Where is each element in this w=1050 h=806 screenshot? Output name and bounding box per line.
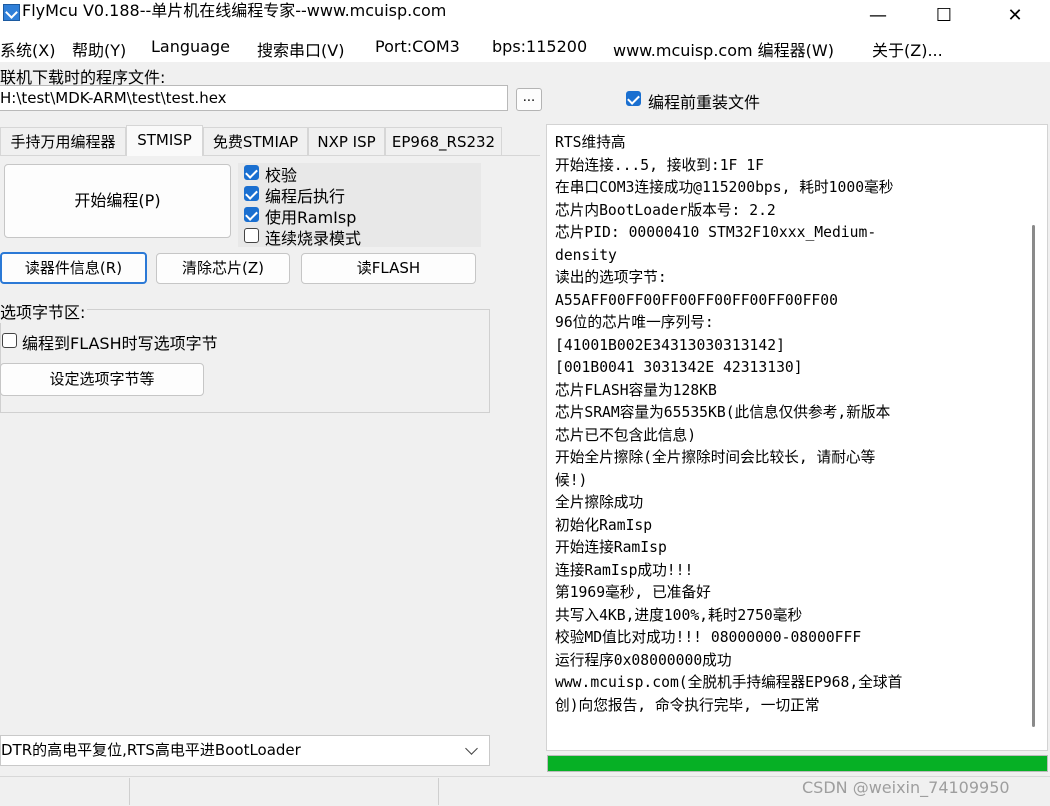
file-path-input[interactable]: H:\test\MDK-ARM\test\test.hex — [0, 85, 508, 111]
log-line: RTS维持高 — [555, 134, 626, 151]
log-line: 芯片SRAM容量为65535KB(此信息仅供参考,新版本 — [555, 404, 891, 421]
window-title: FlyMcu V0.188--单片机在线编程专家--www.mcuisp.com — [22, 1, 447, 20]
log-line: 共写入4KB,进度100%,耗时2750毫秒 — [555, 606, 803, 624]
progress-bar — [547, 755, 1048, 772]
log-line: 创)向您报告, 命令执行完毕, 一切正常 — [555, 696, 820, 714]
log-line: 连接RamIsp成功!!! — [555, 561, 694, 579]
tab-stmiap[interactable]: 免费STMIAP — [203, 127, 308, 156]
clear-chip-button[interactable]: 清除芯片(Z) — [156, 253, 290, 284]
log-line: 第1969毫秒, 已准备好 — [555, 584, 711, 601]
reload-file-label: 编程前重装文件 — [648, 93, 761, 112]
progress-fill — [548, 756, 1047, 771]
start-program-button[interactable]: 开始编程(P) — [4, 164, 231, 238]
run-after-program-checkbox[interactable] — [244, 186, 259, 201]
log-line: 开始连接...5, 接收到:1F 1F — [555, 156, 764, 174]
use-ramisp-checkbox[interactable] — [244, 207, 259, 222]
maximize-button[interactable]: ☐ — [921, 0, 967, 30]
browse-button[interactable]: ... — [516, 88, 542, 111]
menu-system[interactable]: 系统(X) — [0, 37, 55, 61]
close-button[interactable]: ✕ — [992, 0, 1038, 30]
option-bytes-title: 选项字节区: — [0, 299, 88, 323]
log-line: 开始全片擦除(全片擦除时间会比较长, 请耐心等 — [555, 449, 876, 466]
log-line: 在串口COM3连接成功@115200bps, 耗时1000毫秒 — [555, 179, 894, 196]
boot-mode-select[interactable]: DTR的高电平复位,RTS高电平进BootLoader — [0, 735, 490, 766]
log-line: [41001B002E34313030313142] — [555, 336, 785, 354]
log-line: density — [555, 246, 617, 264]
menu-programmer[interactable]: www.mcuisp.com 编程器(W) — [613, 37, 834, 61]
tab-stmisp[interactable]: STMISP — [126, 125, 203, 156]
tab-handheld[interactable]: 手持万用编程器 — [0, 127, 126, 156]
log-scrollbar[interactable] — [1032, 225, 1035, 727]
log-line: 运行程序0x08000000成功 — [555, 651, 732, 669]
log-line: A55AFF00FF00FF00FF00FF00FF00FF00 — [555, 291, 838, 309]
status-separator — [438, 778, 439, 805]
tab-nxp-isp[interactable]: NXP ISP — [308, 127, 385, 156]
menu-language[interactable]: Language — [151, 37, 230, 56]
read-flash-button[interactable]: 读FLASH — [301, 253, 476, 284]
log-line: 芯片已不包含此信息) — [555, 426, 697, 444]
menu-bps[interactable]: bps:115200 — [492, 37, 587, 56]
set-option-bytes-button[interactable]: 设定选项字节等 — [0, 363, 204, 396]
minimize-button[interactable]: — — [855, 0, 901, 30]
log-line: 开始连接RamIsp — [555, 539, 667, 556]
log-line: 校验MD值比对成功!!! 08000000-08000FFF — [555, 629, 862, 646]
watermark: CSDN @weixin_74109950 — [802, 778, 1010, 797]
menu-search-port[interactable]: 搜索串口(V) — [257, 37, 344, 61]
log-line: 芯片内BootLoader版本号: 2.2 — [555, 201, 776, 219]
verify-checkbox[interactable] — [244, 165, 259, 180]
log-line: 读出的选项字节: — [555, 269, 667, 286]
log-line: 芯片FLASH容量为128KB — [555, 381, 717, 399]
log-line: www.mcuisp.com(全脱机手持编程器EP968,全球首 — [555, 674, 903, 691]
log-line: [001B0041 3031342E 42313130] — [555, 359, 803, 376]
log-line: 初始化RamIsp — [555, 516, 653, 534]
menu-port[interactable]: Port:COM3 — [375, 37, 460, 56]
write-option-bytes-label: 编程到FLASH时写选项字节 — [22, 334, 218, 353]
menu-about[interactable]: 关于(Z)... — [872, 37, 943, 61]
tab-ep968[interactable]: EP968_RS232 — [385, 127, 502, 156]
option-bytes-group — [0, 309, 490, 413]
log-line: 96位的芯片唯一序列号: — [555, 314, 714, 331]
log-output[interactable]: RTS维持高开始连接...5, 接收到:1F 1F 在串口COM3连接成功@115… — [546, 124, 1048, 751]
menu-help[interactable]: 帮助(Y) — [72, 37, 126, 61]
reload-file-checkbox[interactable] — [626, 91, 641, 106]
app-icon — [3, 4, 20, 21]
continuous-burn-label: 连续烧录模式 — [265, 229, 362, 248]
log-lines: RTS维持高开始连接...5, 接收到:1F 1F 在串口COM3连接成功@115… — [555, 132, 902, 717]
continuous-burn-checkbox[interactable] — [244, 228, 259, 243]
log-line: 全片擦除成功 — [555, 494, 644, 511]
status-separator — [129, 778, 130, 805]
read-device-info-button[interactable]: 读器件信息(R) — [0, 252, 147, 284]
write-option-bytes-checkbox[interactable] — [2, 333, 17, 348]
log-line: 芯片PID: 00000410 STM32F10xxx_Medium- — [555, 224, 877, 241]
log-line: 候!) — [555, 471, 588, 489]
